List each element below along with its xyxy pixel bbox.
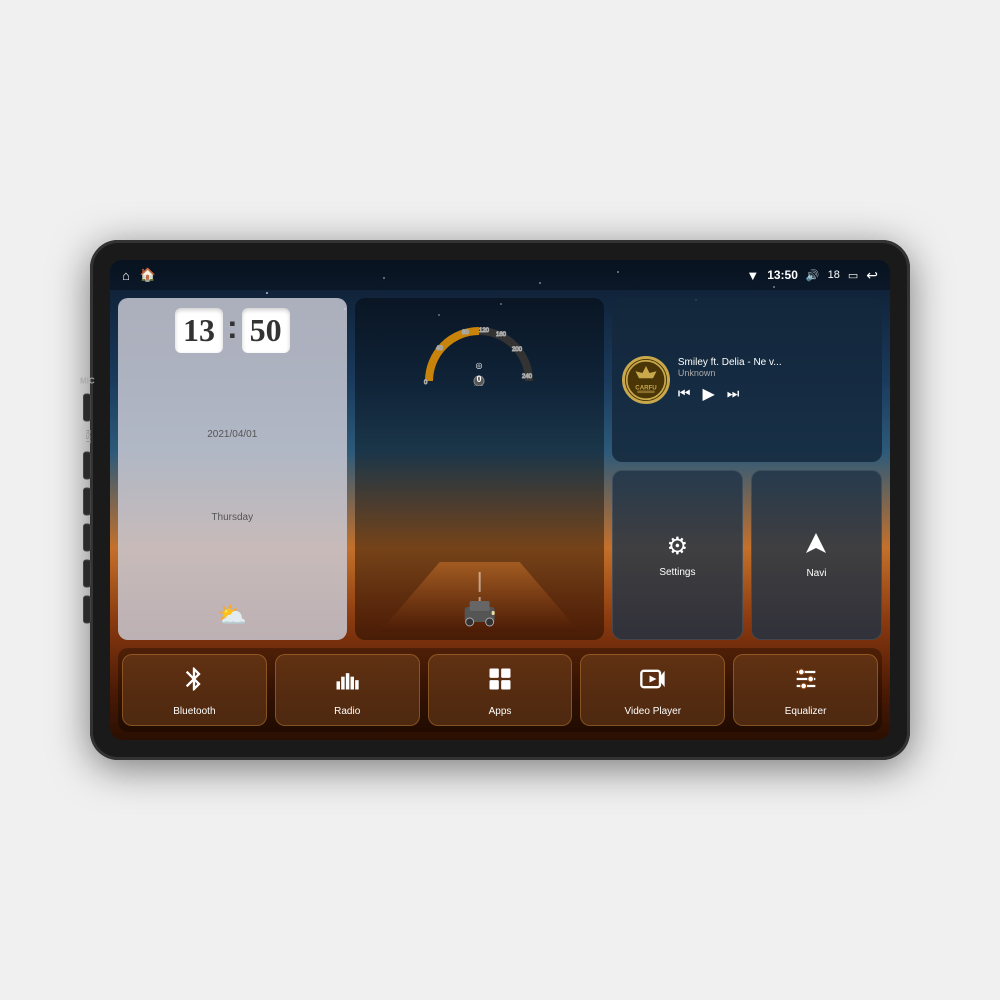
prev-button[interactable]: ⏮ <box>678 385 691 402</box>
apps-icon <box>486 665 514 700</box>
svg-text:200: 200 <box>512 347 523 353</box>
back-icon[interactable]: ↩ <box>866 267 878 284</box>
svg-text:◎: ◎ <box>476 361 483 370</box>
home-status-icon[interactable]: ⌂ <box>122 268 130 283</box>
equalizer-button[interactable]: Equalizer <box>733 654 878 726</box>
rst-button[interactable] <box>83 394 91 422</box>
svg-text:120: 120 <box>479 328 490 334</box>
rst-label: RST <box>84 430 91 444</box>
speedometer-gauge: 0 40 80 120 160 200 240 ◎ <box>414 306 544 386</box>
svg-text:160: 160 <box>496 332 507 338</box>
svg-text:40: 40 <box>436 346 443 352</box>
status-bar: ⌂ 🏠 ▼ 13:50 🔊 18 ▭ ↩ <box>110 260 890 290</box>
clock-day: Thursday <box>128 512 337 523</box>
navigation-icon <box>804 531 828 562</box>
wifi-icon: ▼ <box>746 268 759 283</box>
play-button[interactable]: ▶ <box>702 384 714 404</box>
apps-button[interactable]: Apps <box>428 654 573 726</box>
bluetooth-label: Bluetooth <box>173 706 215 717</box>
status-time: 13:50 <box>767 268 798 282</box>
video-player-label: Video Player <box>625 706 682 717</box>
clock-minutes: 50 <box>242 308 290 353</box>
svg-text:0: 0 <box>477 374 482 384</box>
album-art-svg: CARFU <box>625 356 667 404</box>
speedometer-widget: 0 40 80 120 160 200 240 ◎ <box>355 298 604 640</box>
screen: ⌂ 🏠 ▼ 13:50 🔊 18 ▭ ↩ 13 : <box>110 260 890 740</box>
clock-display: 13 : 50 <box>128 308 337 353</box>
navi-label: Navi <box>806 568 826 579</box>
equalizer-label: Equalizer <box>785 706 827 717</box>
back-side-button[interactable] <box>83 524 91 552</box>
clock-hours: 13 <box>175 308 223 353</box>
navi-button[interactable]: Navi <box>751 470 882 640</box>
car-head-unit: MIC RST <box>90 240 910 760</box>
music-controls: ⏮ ▶ ⏭ <box>678 384 872 404</box>
music-title: Smiley ft. Delia - Ne v... <box>678 357 872 368</box>
music-artist: Unknown <box>678 368 872 378</box>
music-widget[interactable]: CARFU Smiley ft. Delia - Ne v... Unknown… <box>612 298 882 462</box>
weather-section: ⛅ <box>128 601 337 630</box>
equalizer-icon <box>792 665 820 700</box>
volume-level: 18 <box>828 269 840 281</box>
apps-label: Apps <box>489 706 512 717</box>
vol-up-button[interactable] <box>83 560 91 588</box>
svg-text:km/h: km/h <box>474 385 485 386</box>
radio-button[interactable]: Radio <box>275 654 420 726</box>
next-button[interactable]: ⏭ <box>727 385 740 402</box>
bluetooth-icon <box>180 665 208 700</box>
status-left: ⌂ 🏠 <box>122 267 156 283</box>
svg-text:80: 80 <box>462 330 469 336</box>
apps-row: Bluetooth Radio <box>118 648 882 732</box>
clock-widget: 13 : 50 2021/04/01 Thursday ⛅ <box>118 298 347 640</box>
power-button[interactable] <box>83 452 91 480</box>
bluetooth-button[interactable]: Bluetooth <box>122 654 267 726</box>
gear-icon: ⚙ <box>667 532 689 561</box>
album-art: CARFU <box>622 356 670 404</box>
video-player-button[interactable]: Video Player <box>580 654 725 726</box>
settings-label: Settings <box>659 567 695 578</box>
svg-text:240: 240 <box>522 374 533 380</box>
settings-button[interactable]: ⚙ Settings <box>612 470 743 640</box>
radio-label: Radio <box>334 706 360 717</box>
vol-down-button[interactable] <box>83 596 91 624</box>
clock-colon: : <box>227 308 238 353</box>
main-content: 13 : 50 2021/04/01 Thursday ⛅ <box>110 290 890 740</box>
road-svg <box>363 562 596 632</box>
battery-icon: ▭ <box>848 269 858 282</box>
volume-icon: 🔊 <box>806 269 820 282</box>
home-side-button[interactable] <box>83 488 91 516</box>
status-right: ▼ 13:50 🔊 18 ▭ ↩ <box>746 267 878 284</box>
widgets-row: 13 : 50 2021/04/01 Thursday ⛅ <box>118 298 882 640</box>
right-column: CARFU Smiley ft. Delia - Ne v... Unknown… <box>612 298 882 640</box>
clock-date: 2021/04/01 <box>128 429 337 440</box>
road-scene <box>363 562 596 632</box>
side-buttons: MIC RST <box>80 377 95 624</box>
weather-icon: ⛅ <box>217 601 247 630</box>
music-info: Smiley ft. Delia - Ne v... Unknown ⏮ ▶ ⏭ <box>678 357 872 404</box>
house-icon[interactable]: 🏠 <box>140 267 156 283</box>
video-icon <box>639 665 667 700</box>
radio-icon <box>333 665 361 700</box>
nav-settings-row: ⚙ Settings Navi <box>612 470 882 640</box>
mic-label: MIC <box>80 377 95 386</box>
